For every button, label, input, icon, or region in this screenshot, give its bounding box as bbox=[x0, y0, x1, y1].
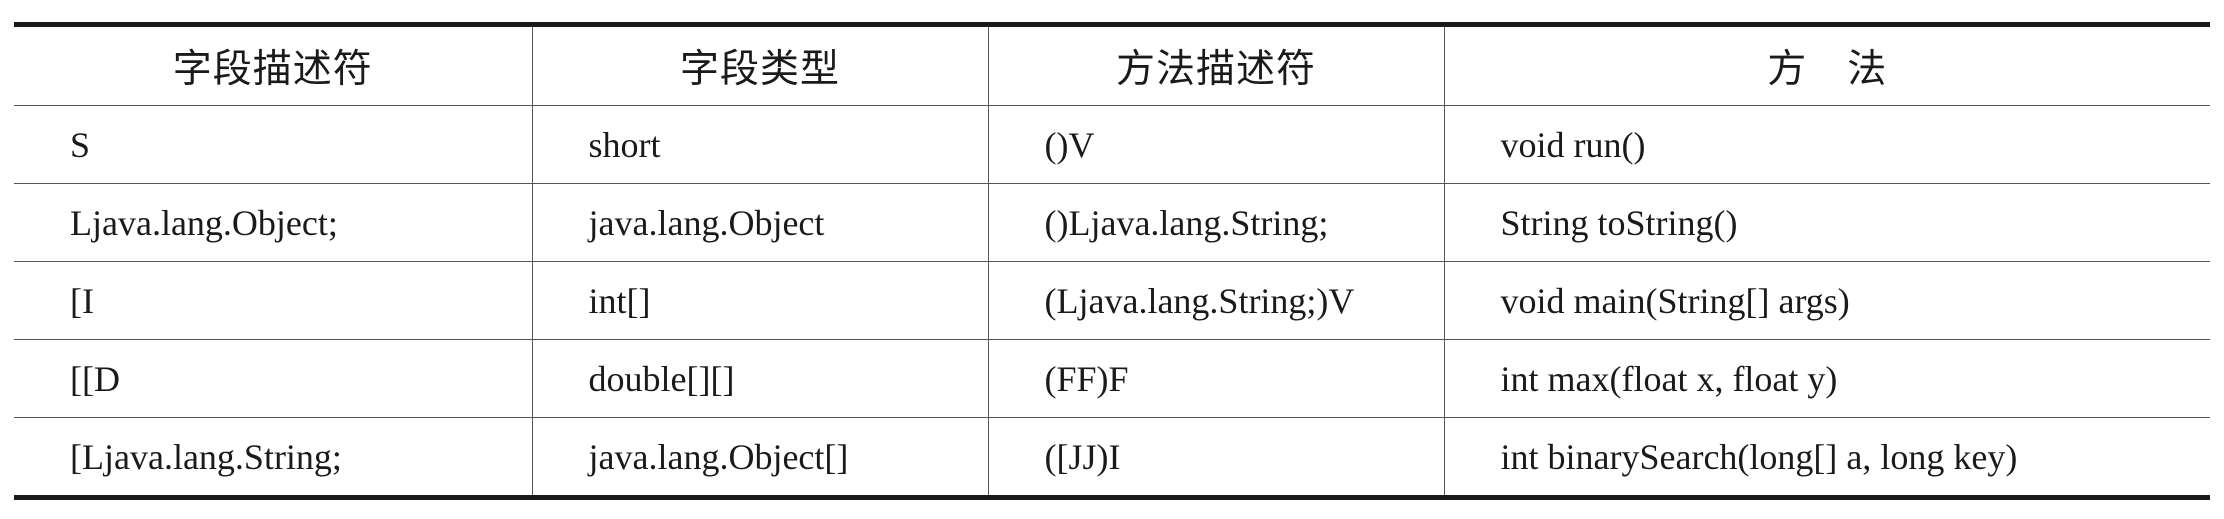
cell-method: void run() bbox=[1443, 105, 2210, 184]
cell-field-descriptor: Ljava.lang.Object; bbox=[14, 183, 533, 262]
descriptor-table: 字段描述符 字段类型 方法描述符 方 法 S short ()V void ru… bbox=[14, 22, 2210, 500]
header-field-descriptor: 字段描述符 bbox=[14, 24, 533, 106]
table-row: [Ljava.lang.String; java.lang.Object[] (… bbox=[14, 417, 2210, 498]
header-method: 方 法 bbox=[1443, 24, 2210, 106]
cell-method-descriptor: (FF)F bbox=[987, 339, 1445, 418]
cell-method: int max(float x, float y) bbox=[1443, 339, 2210, 418]
table-body: S short ()V void run() Ljava.lang.Object… bbox=[14, 105, 2210, 498]
cell-method: String toString() bbox=[1443, 183, 2210, 262]
table-row: [I int[] (Ljava.lang.String;)V void main… bbox=[14, 261, 2210, 340]
cell-field-descriptor: [[D bbox=[14, 339, 533, 418]
cell-field-type: int[] bbox=[531, 261, 989, 340]
header-method-descriptor: 方法描述符 bbox=[987, 24, 1445, 106]
descriptor-table-container: 字段描述符 字段类型 方法描述符 方 法 S short ()V void ru… bbox=[14, 22, 2210, 500]
table-row: S short ()V void run() bbox=[14, 105, 2210, 184]
header-field-type: 字段类型 bbox=[531, 24, 989, 106]
table-header: 字段描述符 字段类型 方法描述符 方 法 bbox=[14, 24, 2210, 106]
cell-method-descriptor: ()V bbox=[987, 105, 1445, 184]
cell-field-type: double[][] bbox=[531, 339, 989, 418]
header-row: 字段描述符 字段类型 方法描述符 方 法 bbox=[14, 24, 2210, 106]
cell-field-type: java.lang.Object[] bbox=[531, 417, 989, 498]
cell-method-descriptor: ()Ljava.lang.String; bbox=[987, 183, 1445, 262]
table-row: Ljava.lang.Object; java.lang.Object ()Lj… bbox=[14, 183, 2210, 262]
cell-field-descriptor: [I bbox=[14, 261, 533, 340]
cell-field-descriptor: [Ljava.lang.String; bbox=[14, 417, 533, 498]
cell-method: void main(String[] args) bbox=[1443, 261, 2210, 340]
cell-field-descriptor: S bbox=[14, 105, 533, 184]
table-row: [[D double[][] (FF)F int max(float x, fl… bbox=[14, 339, 2210, 418]
cell-method-descriptor: (Ljava.lang.String;)V bbox=[987, 261, 1445, 340]
cell-field-type: short bbox=[531, 105, 989, 184]
cell-field-type: java.lang.Object bbox=[531, 183, 989, 262]
cell-method: int binarySearch(long[] a, long key) bbox=[1443, 417, 2210, 498]
cell-method-descriptor: ([JJ)I bbox=[987, 417, 1445, 498]
